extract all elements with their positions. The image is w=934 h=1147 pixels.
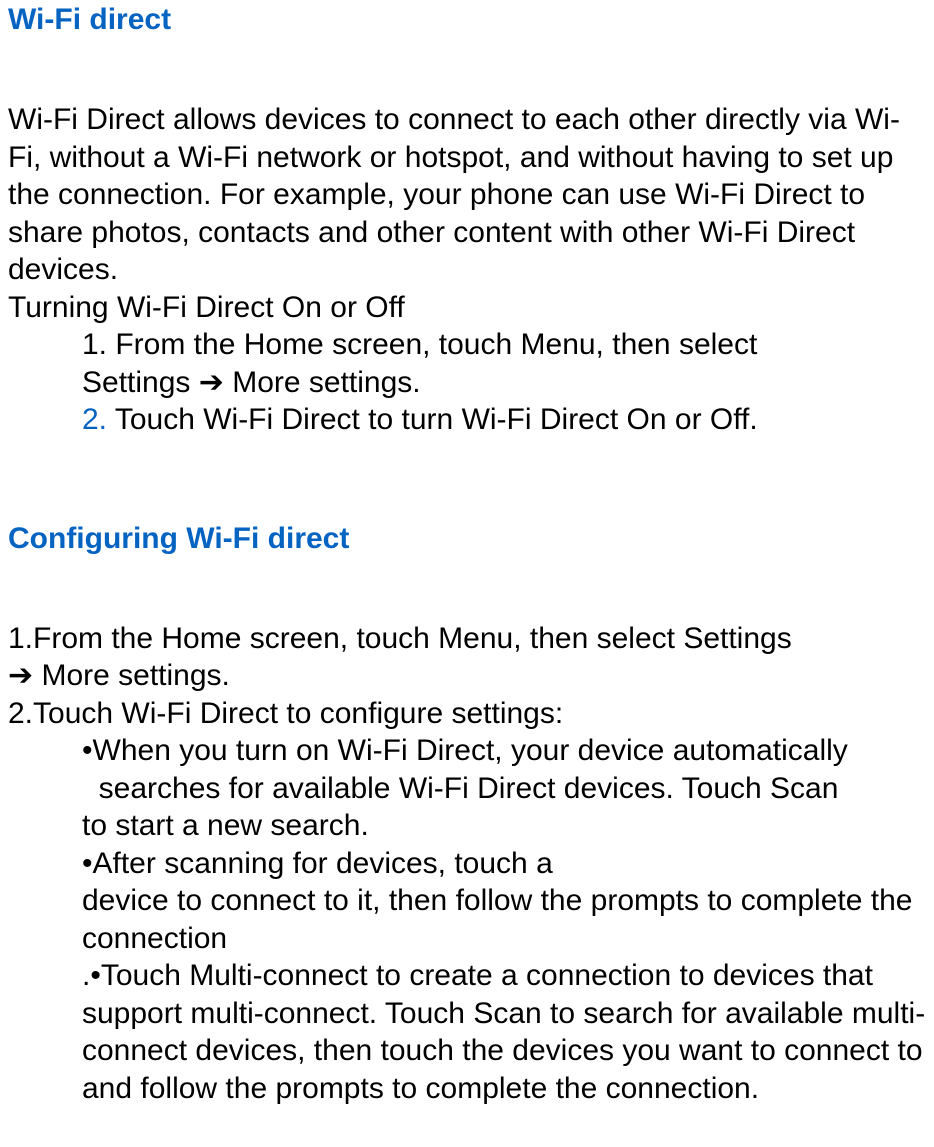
config-bullet1-c: to start a new search. [8, 807, 926, 845]
section-wifi-direct: Wi-Fi direct Wi-Fi Direct allows devices… [8, 0, 926, 439]
step-2: 2. Touch Wi-Fi Direct to turn Wi-Fi Dire… [8, 401, 926, 439]
config-bullet2-a: •After scanning for devices, touch a [8, 845, 926, 883]
config-step1-b: ➔ More settings. [8, 657, 926, 695]
config-bullet1-a: •When you turn on Wi-Fi Direct, your dev… [8, 732, 926, 770]
config-bullet2-b: device to connect to it, then follow the… [8, 882, 926, 957]
config-step2: 2.Touch Wi-Fi Direct to configure settin… [8, 695, 926, 733]
heading-wifi-direct: Wi-Fi direct [8, 0, 926, 39]
step-1-line-a: 1. From the Home screen, touch Menu, the… [8, 326, 926, 364]
heading-configuring: Configuring Wi-Fi direct [8, 519, 926, 558]
wifi-direct-subhead: Turning Wi-Fi Direct On or Off [8, 289, 926, 327]
step-2-text: Touch Wi-Fi Direct to turn Wi-Fi Direct … [107, 403, 758, 436]
wifi-direct-intro: Wi-Fi Direct allows devices to connect t… [8, 101, 926, 289]
step-1-line-b: Settings ➔ More settings. [8, 364, 926, 402]
section-configuring: Configuring Wi-Fi direct 1.From the Home… [8, 519, 926, 1108]
config-step1-a: 1.From the Home screen, touch Menu, then… [8, 620, 926, 658]
config-bullet3: .•Touch Multi-connect to create a connec… [8, 957, 926, 1107]
config-bullet1-b: searches for available Wi-Fi Direct devi… [8, 770, 926, 808]
step-2-number: 2. [82, 403, 107, 436]
